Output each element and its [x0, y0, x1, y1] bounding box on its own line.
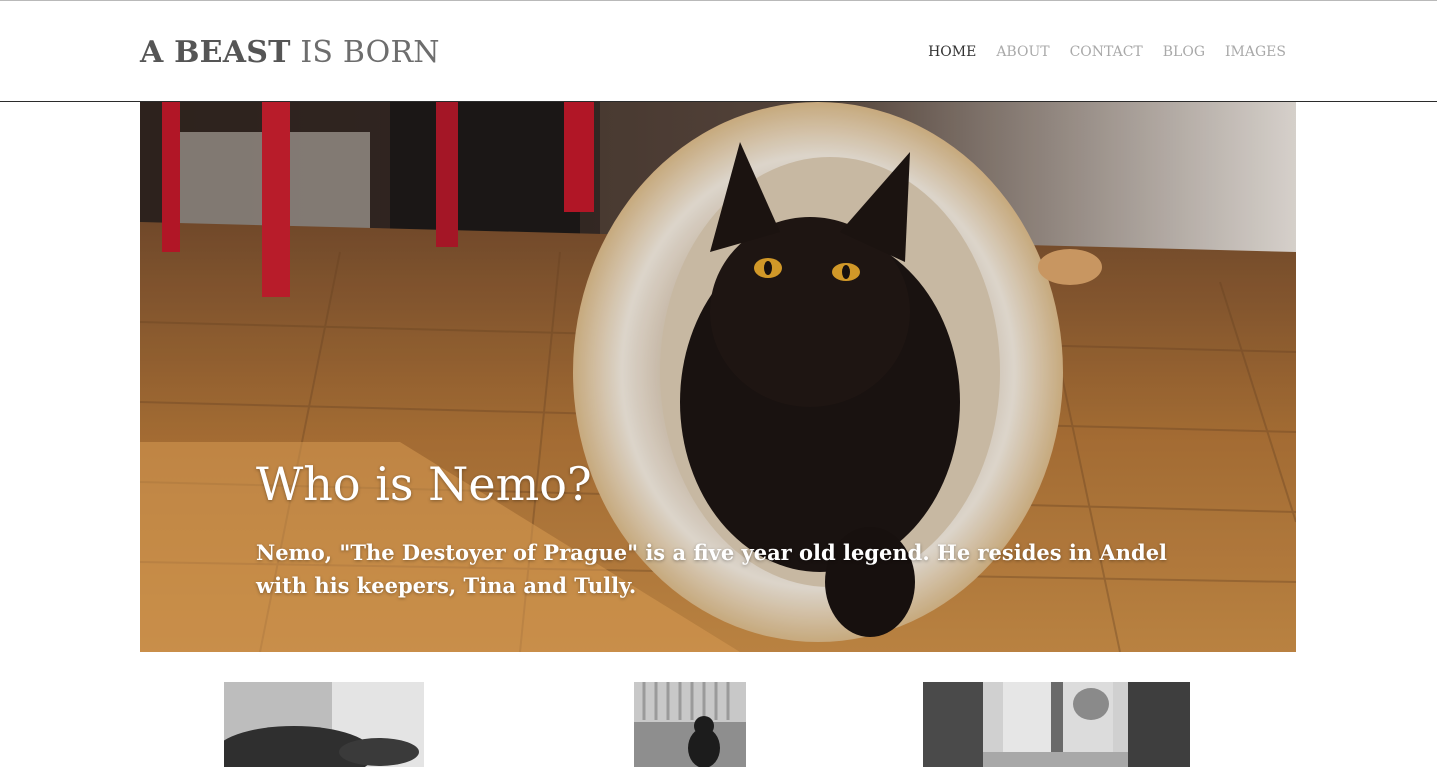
gallery-image-2 [634, 682, 746, 767]
nav-home[interactable]: HOME [928, 41, 976, 63]
hero-title: Who is Nemo? [256, 457, 592, 511]
site-title-strong: A BEAST [140, 35, 291, 70]
nav-blog[interactable]: BLOG [1163, 41, 1205, 63]
nav-contact[interactable]: CONTACT [1070, 41, 1143, 63]
main-nav: HOME ABOUT CONTACT BLOG IMAGES [908, 41, 1286, 63]
gallery-image-3 [923, 682, 1190, 767]
gallery-image-1 [224, 682, 424, 767]
site-title-light: IS BORN [290, 35, 440, 70]
gallery-thumbnail-1[interactable] [224, 682, 424, 767]
site-header: A BEAST IS BORN HOME ABOUT CONTACT BLOG … [0, 1, 1437, 102]
hero-caption: Who is Nemo? Nemo, "The Destoyer of Prag… [256, 454, 1196, 602]
gallery-thumbnail-2[interactable] [634, 682, 746, 767]
nav-about[interactable]: ABOUT [996, 41, 1049, 63]
site-title[interactable]: A BEAST IS BORN [140, 33, 440, 73]
hero-banner: Who is Nemo? Nemo, "The Destoyer of Prag… [140, 102, 1296, 652]
hero-subtitle: Nemo, "The Destoyer of Prague" is a five… [256, 540, 1168, 598]
gallery-thumbnail-3[interactable] [923, 682, 1190, 767]
nav-images[interactable]: IMAGES [1225, 41, 1286, 63]
